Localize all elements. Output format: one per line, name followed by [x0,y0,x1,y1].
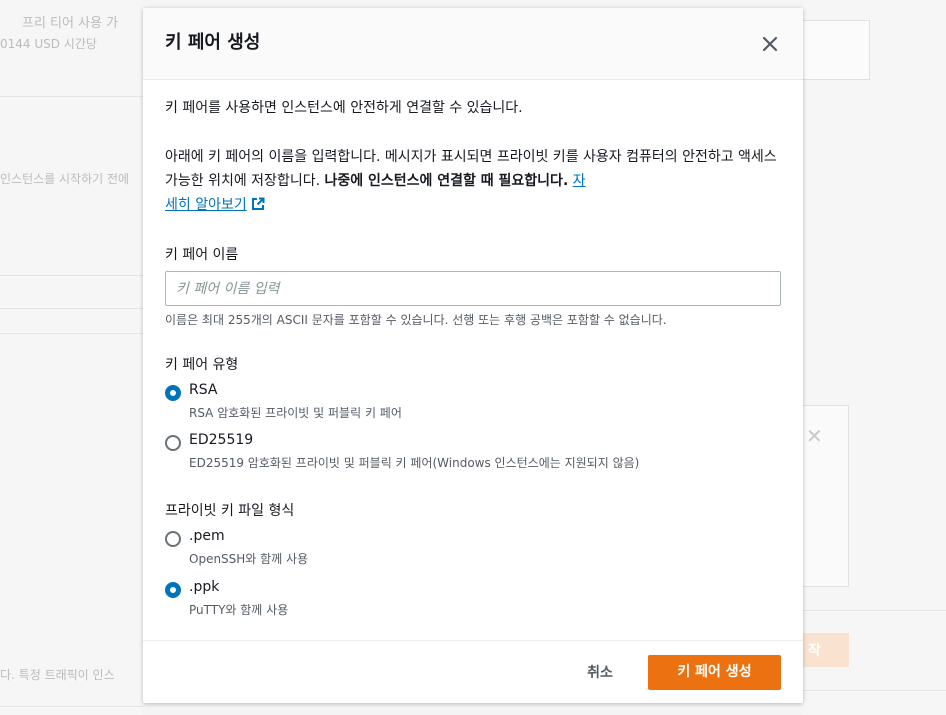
intro-text: 키 페어를 사용하면 인스턴스에 안전하게 연결할 수 있습니다. [165,100,523,116]
background-divider [0,308,143,309]
modal-footer: 취소 키 페어 생성 [143,640,803,703]
background-text: 인스턴스를 시작하기 전에 [0,172,130,186]
create-key-pair-button[interactable]: 키 페어 생성 [648,655,781,690]
radio-button[interactable] [165,385,181,401]
radio-button[interactable] [165,582,181,598]
external-link-icon [251,197,265,210]
radio-title: .pem [189,528,225,544]
modal-title: 키 페어 생성 [165,32,261,53]
private-key-format-label: 프라이빗 키 파일 형식 [165,503,295,519]
background-divider [0,96,143,97]
background-launch-button: 작 [800,633,849,667]
key-pair-type-label: 키 페어 유형 [165,357,239,373]
background-right-panel [803,0,946,715]
background-text: 0144 USD 시간당 [0,37,97,51]
background-close-icon: ✕ [806,424,823,448]
background-divider [0,333,143,334]
background-right-field [800,20,870,80]
radio-description: PuTTY와 함께 사용 [189,603,289,617]
background-divider [800,690,946,691]
key-pair-name-label: 키 페어 이름 [165,247,239,263]
close-button[interactable] [758,32,782,56]
description-text: 아래에 키 페어의 이름을 입력합니다. 메시지가 표시되면 프라이빗 키를 사… [165,145,781,217]
radio-title: ED25519 [189,432,254,448]
radio-button[interactable] [165,531,181,547]
cancel-button[interactable]: 취소 [573,658,627,688]
create-key-pair-modal: 키 페어 생성 키 페어를 사용하면 인스턴스에 안전하게 연결할 수 있습니다… [143,8,803,703]
background-text: 다. 특정 트래픽이 인스 [0,668,115,682]
radio-description: ED25519 암호화된 프라이빗 및 퍼블릭 키 페어(Windows 인스턴… [189,456,640,470]
modal-header: 키 페어 생성 [143,8,803,80]
radio-title: RSA [189,382,218,398]
background-left-panel: 프리 티어 사용 가 0144 USD 시간당 인스턴스를 시작하기 전에 다.… [0,0,143,715]
description-bold: 나중에 인스턴스에 연결할 때 필요합니다. [324,173,569,189]
radio-button[interactable] [165,435,181,451]
radio-description: OpenSSH와 함께 사용 [189,552,309,566]
background-divider [800,610,946,611]
key-pair-name-hint: 이름은 최대 255개의 ASCII 문자를 포함할 수 있습니다. 선행 또는… [165,313,667,327]
radio-description: RSA 암호화된 프라이빗 및 퍼블릭 키 페어 [189,406,402,420]
background-divider [0,275,143,276]
key-pair-name-input[interactable] [165,271,781,306]
background-text: 프리 티어 사용 가 [22,16,119,31]
radio-title: .ppk [189,579,220,595]
background-divider [0,706,143,707]
close-icon [762,36,778,52]
